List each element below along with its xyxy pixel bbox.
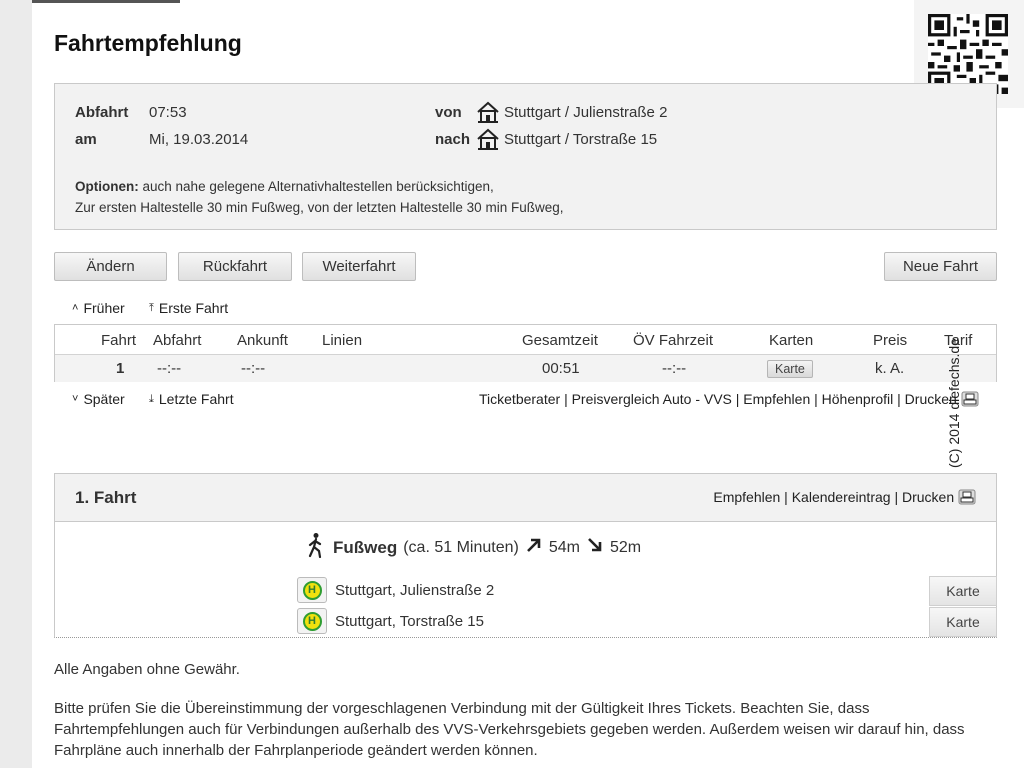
frueher-link[interactable]: ˄ Früher xyxy=(72,300,125,316)
erste-fahrt-link[interactable]: ⤒ Erste Fahrt xyxy=(149,300,228,316)
walk-duration: (ca. 51 Minuten) xyxy=(403,538,519,556)
chevron-up-icon: ˄ xyxy=(72,302,79,314)
bus-stop-icon: H xyxy=(297,608,327,634)
optionen-line-2: Zur ersten Haltestelle 30 min Fußweg, vo… xyxy=(75,200,564,215)
walk-segment: Fußweg (ca. 51 Minuten) 54m 52m xyxy=(305,532,641,563)
aendern-button[interactable]: Ändern xyxy=(54,252,167,281)
nach-value: Stuttgart / Torstraße 15 xyxy=(504,131,658,148)
col-fahrt: Fahrt xyxy=(101,332,137,349)
page-title: Fahrtempfehlung xyxy=(54,30,242,56)
row-gesamtzeit: 00:51 xyxy=(542,360,580,377)
nach-label: nach xyxy=(435,131,471,148)
am-label: am xyxy=(75,131,97,148)
house-icon xyxy=(476,101,500,127)
active-tab-indicator xyxy=(32,0,180,3)
walk-up-value: 54m xyxy=(548,538,580,556)
karte-button-start[interactable]: Karte xyxy=(929,576,997,606)
col-preis: Preis xyxy=(873,332,908,349)
row-karte-button[interactable]: Karte xyxy=(767,360,813,378)
action-links[interactable]: Ticketberater | Preisvergleich Auto - VV… xyxy=(479,391,979,410)
weiterfahrt-button[interactable]: Weiterfahrt xyxy=(302,252,416,281)
trip-detail-header: 1. Fahrt Empfehlen | Kalendereintrag | D… xyxy=(55,474,996,522)
journey-summary: Abfahrt 07:53 am Mi, 19.03.2014 von Stut… xyxy=(54,83,997,230)
abfahrt-value: 07:53 xyxy=(149,104,187,121)
stop-end: H Stuttgart, Torstraße 15 xyxy=(297,608,484,634)
abfahrt-label: Abfahrt xyxy=(75,104,129,121)
arrow-down-right-icon xyxy=(586,536,604,559)
stop-start: H Stuttgart, Julienstraße 2 xyxy=(297,577,494,603)
col-gesamtzeit: Gesamtzeit xyxy=(522,332,598,349)
row-abfahrt: --:-- xyxy=(157,360,182,377)
copyright-watermark: (C) 2014 diefechs.de xyxy=(946,338,962,468)
von-value: Stuttgart / Julienstraße 2 xyxy=(504,104,668,121)
row-fahrt: 1 xyxy=(116,360,125,377)
neue-fahrt-button[interactable]: Neue Fahrt xyxy=(884,252,997,281)
letzte-fahrt-label: Letzte Fahrt xyxy=(158,391,234,407)
col-ankunft: Ankunft xyxy=(237,332,288,349)
von-label: von xyxy=(435,104,462,121)
arrow-up-right-icon xyxy=(525,536,543,559)
walk-down-value: 52m xyxy=(609,538,642,556)
letzte-fahrt-link[interactable]: ⤓ Letzte Fahrt xyxy=(149,391,234,407)
skip-to-first-icon: ⤒ xyxy=(149,301,154,314)
printer-icon[interactable] xyxy=(958,489,976,508)
row-oev-fahrzeit: --:-- xyxy=(662,360,687,377)
am-value: Mi, 19.03.2014 xyxy=(149,131,249,148)
table-header: Fahrt Abfahrt Ankunft Linien Gesamtzeit … xyxy=(55,325,996,355)
trip-detail-links[interactable]: Empfehlen | Kalendereintrag | Drucken xyxy=(713,489,976,508)
row-preis: k. A. xyxy=(875,360,905,377)
col-linien: Linien xyxy=(322,332,363,349)
ticket-notice: Bitte prüfen Sie die Übereinstimmung der… xyxy=(54,700,965,759)
options-text: Optionen: auch nahe gelegene Alternativh… xyxy=(75,176,563,218)
disclaimer: Alle Angaben ohne Gewähr. xyxy=(54,661,240,678)
spaeter-label: Später xyxy=(83,391,125,407)
trip-detail-panel: 1. Fahrt Empfehlen | Kalendereintrag | D… xyxy=(54,473,997,638)
bus-stop-icon: H xyxy=(297,577,327,603)
table-row[interactable]: 1 --:-- --:-- 00:51 --:-- Karte k. A. xyxy=(55,355,996,382)
row-ankunft: --:-- xyxy=(241,360,266,377)
karte-button-end[interactable]: Karte xyxy=(929,607,997,637)
optionen-line-1: auch nahe gelegene Alternativhaltestelle… xyxy=(142,179,494,194)
col-abfahrt: Abfahrt xyxy=(153,332,202,349)
trip-detail-links-text[interactable]: Empfehlen | Kalendereintrag | Drucken xyxy=(713,489,954,505)
col-oev-fahrzeit: ÖV Fahrzeit xyxy=(633,332,714,349)
optionen-label: Optionen: xyxy=(75,179,139,194)
skip-to-last-icon: ⤓ xyxy=(149,392,154,405)
erste-fahrt-label: Erste Fahrt xyxy=(158,300,229,316)
action-links-text[interactable]: Ticketberater | Preisvergleich Auto - VV… xyxy=(479,391,957,407)
frueher-label: Früher xyxy=(83,300,125,316)
spaeter-link[interactable]: ˅ Später xyxy=(72,391,125,407)
stop-start-name: Stuttgart, Julienstraße 2 xyxy=(335,581,495,599)
walk-label: Fußweg xyxy=(333,537,398,557)
trip-detail-title: 1. Fahrt xyxy=(75,488,137,507)
col-karten: Karten xyxy=(769,332,814,349)
stop-end-name: Stuttgart, Torstraße 15 xyxy=(335,612,484,630)
pedestrian-icon xyxy=(305,532,327,563)
house-icon xyxy=(476,128,500,154)
connections-table: Fahrt Abfahrt Ankunft Linien Gesamtzeit … xyxy=(54,324,997,382)
rueckfahrt-button[interactable]: Rückfahrt xyxy=(178,252,292,281)
chevron-down-icon: ˅ xyxy=(72,393,79,405)
printer-icon[interactable] xyxy=(961,391,979,410)
